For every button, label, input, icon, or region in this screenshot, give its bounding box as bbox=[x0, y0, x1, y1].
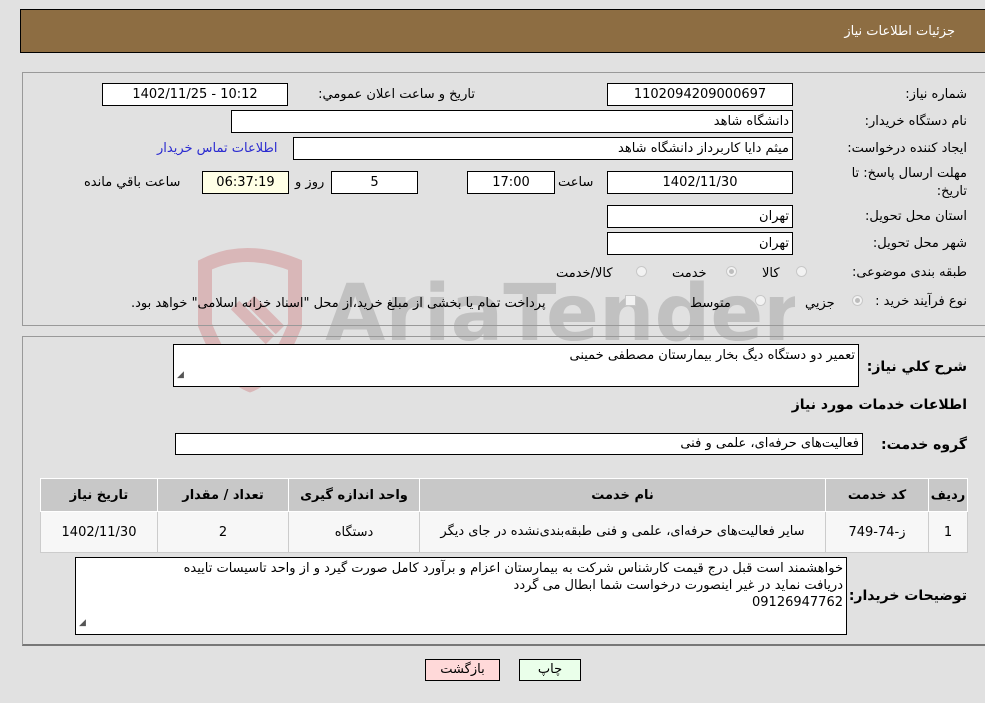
remaining-time-field: 06:37:19 bbox=[202, 171, 289, 194]
resize-grip-icon[interactable]: ◢ bbox=[79, 615, 86, 632]
buyer-notes-line: دریافت نماید در غیر اینصورت درخواست شما … bbox=[513, 578, 843, 593]
print-button[interactable]: چاپ bbox=[519, 659, 581, 681]
category-label: طبقه بندی موضوعی: bbox=[851, 265, 967, 280]
need-number-field: 1102094209000697 bbox=[607, 83, 793, 106]
cell-unit: دستگاه bbox=[288, 511, 420, 553]
page-header: جزئیات اطلاعات نیاز bbox=[20, 9, 985, 53]
need-number-label: شماره نیاز: bbox=[905, 87, 967, 102]
process-option-medium: متوسط bbox=[690, 296, 731, 311]
city-field: تهران bbox=[607, 232, 793, 255]
creator-field: میثم دایا کاربرداز دانشگاه شاهد bbox=[293, 137, 793, 160]
category-radio-service[interactable] bbox=[726, 266, 737, 277]
col-service-name: نام خدمت bbox=[419, 478, 826, 512]
cell-quantity: 2 bbox=[157, 511, 289, 553]
summary-label: شرح کلي نیاز: bbox=[866, 359, 967, 375]
province-field: تهران bbox=[607, 205, 793, 228]
cell-service-name: سایر فعالیت‌های حرفه‌ای، علمی و فنی طبقه… bbox=[419, 511, 826, 553]
category-option-goods: کالا bbox=[762, 266, 780, 281]
category-radio-goods[interactable] bbox=[796, 266, 807, 277]
buyer-notes-textarea[interactable]: خواهشمند است قبل درج قیمت کارشناس شرکت ب… bbox=[75, 557, 847, 635]
time-label: ساعت bbox=[558, 175, 594, 190]
col-unit: واحد اندازه گیری bbox=[288, 478, 420, 512]
process-radio-medium[interactable] bbox=[755, 295, 766, 306]
col-row-number: ردیف bbox=[928, 478, 968, 512]
cell-service-code: ز-74-749 bbox=[825, 511, 929, 553]
days-label: روز و bbox=[295, 175, 325, 190]
page-title: جزئیات اطلاعات نیاز bbox=[844, 24, 955, 39]
summary-text: تعمیر دو دستگاه دیگ بخار بیمارستان مصطفی… bbox=[569, 348, 855, 363]
deadline-time-field: 17:00 bbox=[467, 171, 555, 194]
treasury-checkbox[interactable] bbox=[625, 295, 636, 306]
process-radio-minor[interactable] bbox=[852, 295, 863, 306]
table-row: 1 ز-74-749 سایر فعالیت‌های حرفه‌ای، علمی… bbox=[40, 511, 968, 553]
category-radio-goods-service[interactable] bbox=[636, 266, 647, 277]
deadline-date-field: 1402/11/30 bbox=[607, 171, 793, 194]
buyer-notes-label: توضیحات خریدار: bbox=[848, 588, 967, 604]
services-title: اطلاعات خدمات مورد نیاز bbox=[791, 397, 967, 413]
city-label: شهر محل تحویل: bbox=[872, 236, 967, 251]
table-header-row: ردیف کد خدمت نام خدمت واحد اندازه گیری ت… bbox=[40, 478, 968, 512]
days-remaining-field: 5 bbox=[331, 171, 418, 194]
buyer-org-label: نام دستگاه خریدار: bbox=[864, 114, 967, 129]
col-need-date: تاریخ نیاز bbox=[40, 478, 158, 512]
col-service-code: کد خدمت bbox=[825, 478, 929, 512]
announce-field: 1402/11/25 - 10:12 bbox=[102, 83, 288, 106]
remaining-label: ساعت باقي مانده bbox=[84, 175, 181, 190]
buyer-contact-link[interactable]: اطلاعات تماس خریدار bbox=[157, 141, 277, 156]
category-option-service: خدمت bbox=[672, 266, 707, 281]
cell-row-number: 1 bbox=[928, 511, 968, 553]
services-table: ردیف کد خدمت نام خدمت واحد اندازه گیری ت… bbox=[40, 478, 968, 553]
service-group-label: گروه خدمت: bbox=[881, 437, 967, 453]
resize-grip-icon[interactable]: ◢ bbox=[177, 367, 184, 384]
process-label: نوع فرآیند خرید : bbox=[875, 294, 967, 309]
creator-label: ایجاد کننده درخواست: bbox=[847, 141, 967, 156]
treasury-note: پرداخت تمام یا بخشی از مبلغ خرید،از محل … bbox=[131, 296, 546, 311]
buyer-org-field: دانشگاه شاهد bbox=[231, 110, 793, 133]
announce-label: تاریخ و ساعت اعلان عمومي: bbox=[318, 87, 475, 102]
deadline-label: مهلت ارسال پاسخ: تا تاریخ: bbox=[851, 166, 967, 199]
province-label: استان محل تحویل: bbox=[865, 209, 967, 224]
summary-textarea[interactable]: تعمیر دو دستگاه دیگ بخار بیمارستان مصطفی… bbox=[173, 344, 859, 387]
back-button[interactable]: بازگشت bbox=[425, 659, 500, 681]
col-quantity: تعداد / مقدار bbox=[157, 478, 289, 512]
buyer-notes-phone: 09126947762 bbox=[752, 595, 843, 610]
category-option-goods-service: کالا/خدمت bbox=[556, 266, 613, 281]
service-group-field: فعالیت‌های حرفه‌ای، علمی و فنی bbox=[175, 433, 863, 455]
process-option-minor: جزيي bbox=[805, 296, 835, 311]
buyer-notes-line: خواهشمند است قبل درج قیمت کارشناس شرکت ب… bbox=[183, 561, 843, 576]
cell-need-date: 1402/11/30 bbox=[40, 511, 158, 553]
